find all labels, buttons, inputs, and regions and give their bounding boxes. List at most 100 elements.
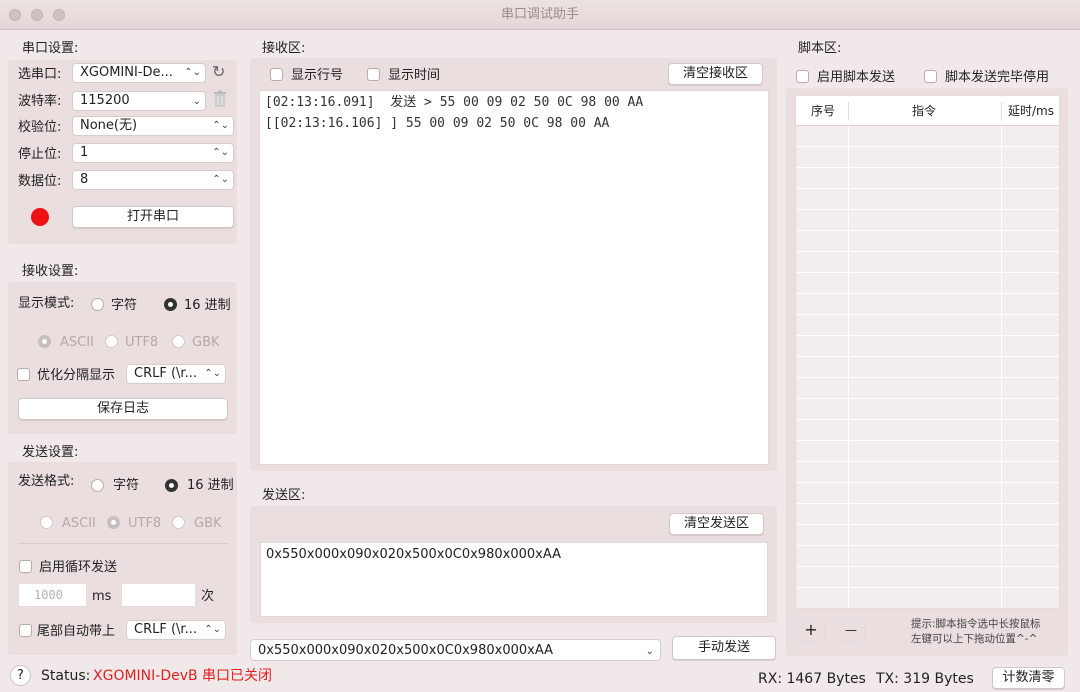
script-row[interactable]: [796, 273, 1059, 294]
recv-mode-hex-radio[interactable]: [164, 298, 177, 311]
stop-after-script-checkbox[interactable]: [924, 70, 937, 83]
send-enc-utf8-radio[interactable]: [107, 516, 120, 529]
recv-enc-gbk-radio[interactable]: [172, 335, 185, 348]
stopbits-select[interactable]: 1 ⌃⌄: [72, 143, 234, 163]
script-table[interactable]: 序号 指令 延时/ms: [795, 95, 1060, 609]
stopbits-value: 1: [80, 145, 89, 160]
receive-text-area[interactable]: [02:13:16.091] 发送 > 55 00 09 02 50 0C 98…: [259, 90, 769, 465]
script-row[interactable]: [796, 168, 1059, 189]
help-button[interactable]: ?: [10, 665, 31, 686]
send-history-value: 0x550x000x090x020x500x0C0x980x000xAA: [258, 643, 553, 658]
loop-interval-input[interactable]: 1000: [18, 583, 87, 607]
recv-mode-char-label: 字符: [111, 298, 138, 313]
send-history-combobox[interactable]: 0x550x000x090x020x500x0C0x980x000xAA ⌄: [250, 639, 661, 661]
recv-enc-ascii-radio[interactable]: [38, 335, 51, 348]
col-command-header: 指令: [912, 104, 937, 118]
script-row[interactable]: [796, 378, 1059, 399]
script-row[interactable]: [796, 525, 1059, 546]
port-select[interactable]: XGOMINI-De... ⌃⌄: [72, 63, 206, 83]
script-row[interactable]: [796, 483, 1059, 504]
clear-send-button[interactable]: 清空发送区: [669, 513, 764, 535]
rx-counter: RX: 1467 Bytes: [758, 671, 866, 687]
script-row[interactable]: [796, 399, 1059, 420]
databits-label: 数据位:: [18, 174, 62, 189]
tx-counter: TX: 319 Bytes: [876, 671, 974, 687]
script-row[interactable]: [796, 147, 1059, 168]
show-time-label: 显示时间: [388, 68, 441, 83]
databits-select[interactable]: 8 ⌃⌄: [72, 170, 234, 190]
open-port-button[interactable]: 打开串口: [72, 206, 234, 228]
remove-script-button[interactable]: —: [837, 619, 865, 641]
serial-settings-heading: 串口设置:: [22, 41, 79, 56]
manual-send-button[interactable]: 手动发送: [672, 636, 776, 660]
parity-value: None(无): [80, 118, 138, 133]
recv-enc-ascii-label: ASCII: [60, 335, 94, 350]
send-area-heading: 发送区:: [262, 488, 306, 503]
updown-chevron-icon: ⌃⌄: [204, 368, 221, 379]
recv-line-ending-select[interactable]: CRLF (\r... ⌃⌄: [126, 364, 226, 384]
reset-counter-button[interactable]: 计数清零: [992, 667, 1065, 689]
show-line-number-checkbox[interactable]: [270, 68, 283, 81]
baud-label: 波特率:: [18, 94, 62, 109]
loop-send-checkbox[interactable]: [19, 560, 32, 573]
script-row[interactable]: [796, 504, 1059, 525]
loop-count-input[interactable]: [121, 583, 196, 607]
script-row[interactable]: [796, 567, 1059, 588]
stopbits-label: 停止位:: [18, 147, 62, 162]
script-row[interactable]: [796, 231, 1059, 252]
recv-enc-utf8-radio[interactable]: [105, 335, 118, 348]
script-row[interactable]: [796, 462, 1059, 483]
script-row[interactable]: [796, 336, 1059, 357]
send-line-ending-select[interactable]: CRLF (\r... ⌃⌄: [126, 620, 226, 640]
show-time-checkbox[interactable]: [367, 68, 380, 81]
trash-icon[interactable]: [212, 90, 228, 108]
recv-enc-gbk-label: GBK: [192, 335, 220, 350]
send-enc-utf8-label: UTF8: [128, 516, 162, 531]
send-line-ending-value: CRLF (\r...: [134, 622, 197, 637]
enable-script-label: 启用脚本发送: [817, 70, 896, 85]
col-index-header: 序号: [811, 104, 836, 118]
parity-label: 校验位:: [18, 120, 62, 135]
add-script-button[interactable]: +: [797, 619, 825, 641]
script-row[interactable]: [796, 315, 1059, 336]
script-row[interactable]: [796, 357, 1059, 378]
send-mode-char-radio[interactable]: [91, 479, 104, 492]
col-delay-header: 延时/ms: [1008, 104, 1054, 118]
auto-append-checkbox[interactable]: [19, 624, 32, 637]
script-area-heading: 脚本区:: [798, 41, 842, 56]
script-row[interactable]: [796, 546, 1059, 567]
recv-mode-hex-label: 16 进制: [184, 298, 231, 313]
send-enc-ascii-radio[interactable]: [40, 516, 53, 529]
show-line-number-label: 显示行号: [291, 68, 344, 83]
send-enc-gbk-label: GBK: [194, 516, 222, 531]
parity-select[interactable]: None(无) ⌃⌄: [72, 116, 234, 136]
script-hint: 提示:脚本指令选中长按鼠标 左键可以上下拖动位置^-^: [911, 617, 1041, 647]
updown-chevron-icon: ⌃⌄: [204, 624, 221, 635]
send-enc-gbk-radio[interactable]: [172, 516, 185, 529]
clear-receive-button[interactable]: 清空接收区: [668, 63, 763, 85]
port-status-indicator: [31, 208, 49, 226]
script-row[interactable]: [796, 189, 1059, 210]
ms-unit-label: ms: [92, 589, 112, 604]
chevron-down-icon: ⌄: [192, 96, 201, 107]
window-title: 串口调试助手: [500, 7, 579, 22]
script-row[interactable]: [796, 441, 1059, 462]
save-log-button[interactable]: 保存日志: [18, 398, 228, 420]
script-row[interactable]: [796, 420, 1059, 441]
script-row[interactable]: [796, 294, 1059, 315]
script-row[interactable]: [796, 126, 1059, 147]
times-unit-label: 次: [201, 589, 215, 604]
send-mode-hex-radio[interactable]: [165, 479, 178, 492]
script-row[interactable]: [796, 252, 1059, 273]
script-hint-line: 左键可以上下拖动位置^-^: [911, 633, 1038, 645]
display-mode-label: 显示模式:: [18, 296, 75, 311]
optimize-display-checkbox[interactable]: [17, 368, 30, 381]
baud-combobox[interactable]: 115200 ⌄: [72, 91, 206, 111]
send-text-area[interactable]: 0x550x000x090x020x500x0C0x980x000xAA: [260, 542, 768, 617]
enable-script-checkbox[interactable]: [796, 70, 809, 83]
script-row[interactable]: [796, 210, 1059, 231]
receive-settings-heading: 接收设置:: [22, 264, 79, 279]
recv-mode-char-radio[interactable]: [91, 298, 104, 311]
chevron-down-icon: ⌄: [645, 646, 654, 657]
refresh-icon[interactable]: ↻: [212, 62, 225, 81]
